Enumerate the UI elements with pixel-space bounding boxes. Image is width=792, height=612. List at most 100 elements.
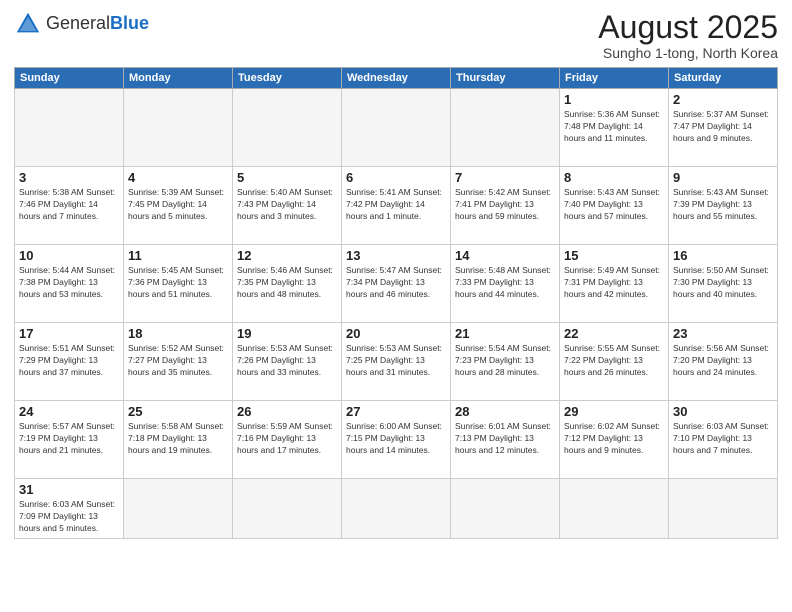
day-number: 13: [346, 248, 446, 263]
table-row: 24 Sunrise: 5:57 AM Sunset: 7:19 PM Dayli…: [15, 401, 124, 479]
table-row: [342, 89, 451, 167]
day-info: Sunrise: 5:39 AM Sunset: 7:45 PM Dayligh…: [128, 187, 228, 223]
day-number: 5: [237, 170, 337, 185]
day-number: 15: [564, 248, 664, 263]
day-number: 22: [564, 326, 664, 341]
table-row: [560, 479, 669, 539]
table-row: 13 Sunrise: 5:47 AM Sunset: 7:34 PM Dayli…: [342, 245, 451, 323]
title-block: August 2025 Sungho 1-tong, North Korea: [598, 10, 778, 61]
table-row: 16 Sunrise: 5:50 AM Sunset: 7:30 PM Dayli…: [669, 245, 778, 323]
logo-icon: [14, 10, 42, 38]
table-row: [124, 89, 233, 167]
day-info: Sunrise: 5:59 AM Sunset: 7:16 PM Dayligh…: [237, 421, 337, 457]
day-number: 9: [673, 170, 773, 185]
col-thursday: Thursday: [451, 68, 560, 89]
col-tuesday: Tuesday: [233, 68, 342, 89]
table-row: [342, 479, 451, 539]
table-row: [124, 479, 233, 539]
table-row: [233, 89, 342, 167]
day-number: 4: [128, 170, 228, 185]
day-number: 21: [455, 326, 555, 341]
day-number: 14: [455, 248, 555, 263]
table-row: 30 Sunrise: 6:03 AM Sunset: 7:10 PM Dayli…: [669, 401, 778, 479]
day-number: 3: [19, 170, 119, 185]
day-number: 10: [19, 248, 119, 263]
table-row: 25 Sunrise: 5:58 AM Sunset: 7:18 PM Dayli…: [124, 401, 233, 479]
table-row: 27 Sunrise: 6:00 AM Sunset: 7:15 PM Dayli…: [342, 401, 451, 479]
day-info: Sunrise: 5:41 AM Sunset: 7:42 PM Dayligh…: [346, 187, 446, 223]
day-number: 2: [673, 92, 773, 107]
day-number: 1: [564, 92, 664, 107]
day-info: Sunrise: 6:03 AM Sunset: 7:10 PM Dayligh…: [673, 421, 773, 457]
day-number: 24: [19, 404, 119, 419]
table-row: 31Sunrise: 6:03 AM Sunset: 7:09 PM Dayli…: [15, 479, 124, 539]
table-row: 2 Sunrise: 5:37 AM Sunset: 7:47 PM Daylig…: [669, 89, 778, 167]
day-info: Sunrise: 5:57 AM Sunset: 7:19 PM Dayligh…: [19, 421, 119, 457]
table-row: 14 Sunrise: 5:48 AM Sunset: 7:33 PM Dayli…: [451, 245, 560, 323]
day-number: 28: [455, 404, 555, 419]
table-row: 22 Sunrise: 5:55 AM Sunset: 7:22 PM Dayli…: [560, 323, 669, 401]
day-number: 12: [237, 248, 337, 263]
table-row: 8Sunrise: 5:43 AM Sunset: 7:40 PM Daylig…: [560, 167, 669, 245]
table-row: 19Sunrise: 5:53 AM Sunset: 7:26 PM Dayli…: [233, 323, 342, 401]
day-info: Sunrise: 5:54 AM Sunset: 7:23 PM Dayligh…: [455, 343, 555, 379]
day-info: Sunrise: 6:02 AM Sunset: 7:12 PM Dayligh…: [564, 421, 664, 457]
calendar-page: GeneralBlue August 2025 Sungho 1-tong, N…: [0, 0, 792, 612]
day-number: 30: [673, 404, 773, 419]
day-info: Sunrise: 5:40 AM Sunset: 7:43 PM Dayligh…: [237, 187, 337, 223]
day-info: Sunrise: 5:36 AM Sunset: 7:48 PM Dayligh…: [564, 109, 664, 145]
table-row: 7 Sunrise: 5:42 AM Sunset: 7:41 PM Daylig…: [451, 167, 560, 245]
day-number: 27: [346, 404, 446, 419]
table-row: 15 Sunrise: 5:49 AM Sunset: 7:31 PM Dayli…: [560, 245, 669, 323]
table-row: 10 Sunrise: 5:44 AM Sunset: 7:38 PM Dayli…: [15, 245, 124, 323]
day-number: 7: [455, 170, 555, 185]
table-row: [233, 479, 342, 539]
day-info: Sunrise: 5:37 AM Sunset: 7:47 PM Dayligh…: [673, 109, 773, 145]
logo: GeneralBlue: [14, 10, 149, 38]
day-number: 26: [237, 404, 337, 419]
col-wednesday: Wednesday: [342, 68, 451, 89]
day-info: Sunrise: 5:43 AM Sunset: 7:39 PM Dayligh…: [673, 187, 773, 223]
day-number: 25: [128, 404, 228, 419]
table-row: 5 Sunrise: 5:40 AM Sunset: 7:43 PM Daylig…: [233, 167, 342, 245]
table-row: [451, 479, 560, 539]
day-number: 20: [346, 326, 446, 341]
table-row: [15, 89, 124, 167]
day-info: Sunrise: 5:42 AM Sunset: 7:41 PM Dayligh…: [455, 187, 555, 223]
table-row: 9 Sunrise: 5:43 AM Sunset: 7:39 PM Daylig…: [669, 167, 778, 245]
day-info: Sunrise: 5:38 AM Sunset: 7:46 PM Dayligh…: [19, 187, 119, 223]
table-row: 6 Sunrise: 5:41 AM Sunset: 7:42 PM Daylig…: [342, 167, 451, 245]
day-info: Sunrise: 5:50 AM Sunset: 7:30 PM Dayligh…: [673, 265, 773, 301]
calendar-table: Sunday Monday Tuesday Wednesday Thursday…: [14, 67, 778, 539]
day-info: Sunrise: 5:47 AM Sunset: 7:34 PM Dayligh…: [346, 265, 446, 301]
table-row: 3 Sunrise: 5:38 AM Sunset: 7:46 PM Daylig…: [15, 167, 124, 245]
table-row: 21 Sunrise: 5:54 AM Sunset: 7:23 PM Dayli…: [451, 323, 560, 401]
day-number: 17: [19, 326, 119, 341]
col-monday: Monday: [124, 68, 233, 89]
subtitle: Sungho 1-tong, North Korea: [598, 45, 778, 61]
day-number: 6: [346, 170, 446, 185]
col-sunday: Sunday: [15, 68, 124, 89]
col-friday: Friday: [560, 68, 669, 89]
day-info: Sunrise: 5:49 AM Sunset: 7:31 PM Dayligh…: [564, 265, 664, 301]
day-number: 16: [673, 248, 773, 263]
day-number: 29: [564, 404, 664, 419]
day-info: Sunrise: 5:44 AM Sunset: 7:38 PM Dayligh…: [19, 265, 119, 301]
table-row: 12 Sunrise: 5:46 AM Sunset: 7:35 PM Dayli…: [233, 245, 342, 323]
table-row: 29 Sunrise: 6:02 AM Sunset: 7:12 PM Dayli…: [560, 401, 669, 479]
day-info: Sunrise: 5:45 AM Sunset: 7:36 PM Dayligh…: [128, 265, 228, 301]
table-row: 23Sunrise: 5:56 AM Sunset: 7:20 PM Dayli…: [669, 323, 778, 401]
day-info: Sunrise: 5:48 AM Sunset: 7:33 PM Dayligh…: [455, 265, 555, 301]
table-row: 11Sunrise: 5:45 AM Sunset: 7:36 PM Dayli…: [124, 245, 233, 323]
day-info: Sunrise: 5:43 AM Sunset: 7:40 PM Dayligh…: [564, 187, 664, 223]
day-info: Sunrise: 5:58 AM Sunset: 7:18 PM Dayligh…: [128, 421, 228, 457]
day-number: 18: [128, 326, 228, 341]
day-info: Sunrise: 5:53 AM Sunset: 7:25 PM Dayligh…: [346, 343, 446, 379]
day-info: Sunrise: 5:52 AM Sunset: 7:27 PM Dayligh…: [128, 343, 228, 379]
day-info: Sunrise: 6:00 AM Sunset: 7:15 PM Dayligh…: [346, 421, 446, 457]
table-row: [669, 479, 778, 539]
day-info: Sunrise: 5:55 AM Sunset: 7:22 PM Dayligh…: [564, 343, 664, 379]
day-number: 23: [673, 326, 773, 341]
day-info: Sunrise: 5:46 AM Sunset: 7:35 PM Dayligh…: [237, 265, 337, 301]
table-row: 18 Sunrise: 5:52 AM Sunset: 7:27 PM Dayli…: [124, 323, 233, 401]
